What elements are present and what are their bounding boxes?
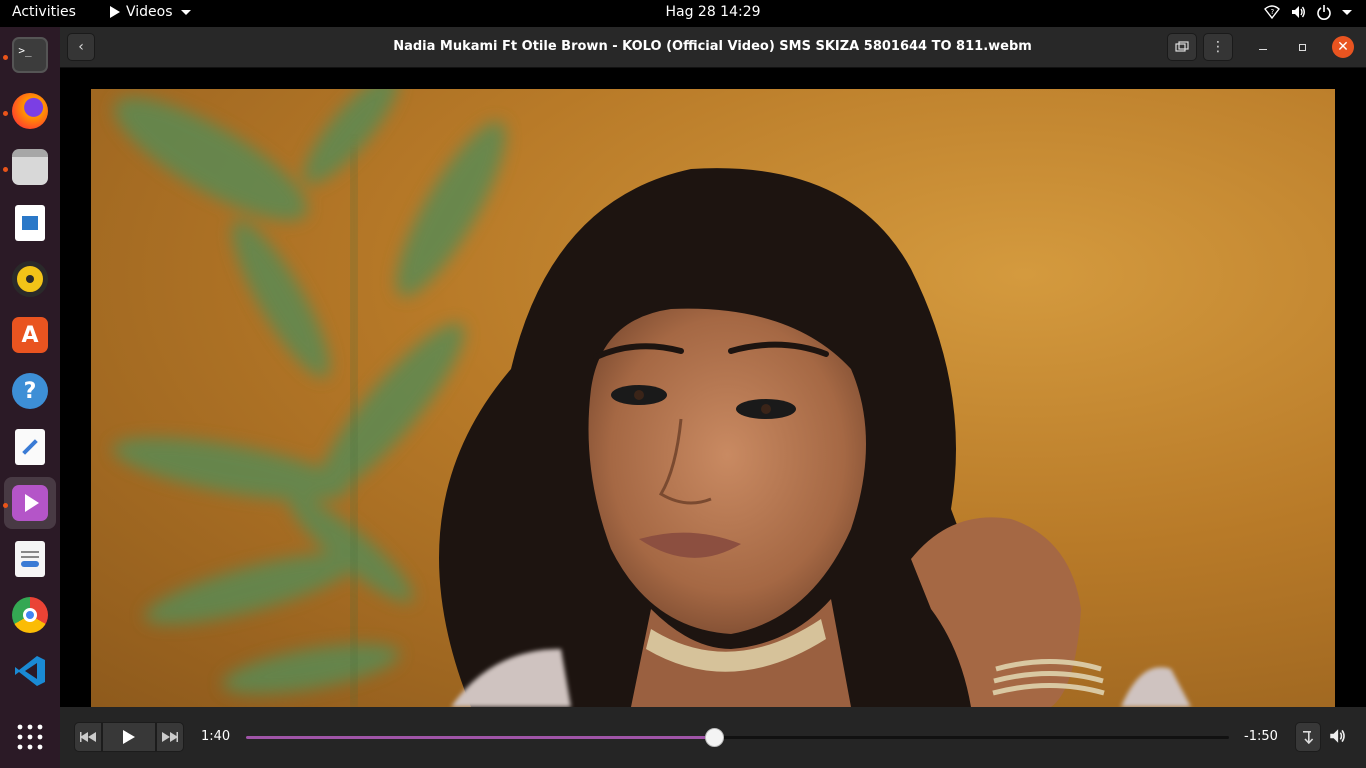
maximize-button[interactable] [1291,36,1313,58]
system-tray[interactable]: ? [1264,4,1352,20]
dock-item-help[interactable]: ? [4,365,56,417]
playback-options-button[interactable] [1295,722,1321,752]
back-button[interactable]: ‹ [67,33,95,61]
volume-button[interactable] [1328,727,1346,749]
seek-bar[interactable] [246,728,1229,747]
volume-icon [1292,6,1305,18]
maximize-icon [1298,43,1306,51]
software-store-icon: A [12,317,48,353]
video-area[interactable] [60,68,1366,707]
more-vertical-icon: ⋮ [1211,39,1225,55]
chrome-icon [12,597,48,633]
previous-button[interactable] [74,722,102,752]
restore-icon [1175,41,1189,52]
skip-forward-icon [162,732,178,742]
dock-item-document-viewer[interactable] [4,533,56,585]
video-frame-image [112,89,1191,707]
skip-backward-icon [80,732,96,742]
rhythmbox-icon [12,261,48,297]
chevron-left-icon: ‹ [78,39,84,55]
show-applications-button[interactable] [4,711,56,763]
play-icon [123,730,135,744]
close-button[interactable]: ✕ [1332,36,1354,58]
dock-item-firefox[interactable] [4,85,56,137]
header-bar: ‹ Nadia Mukami Ft Otile Brown - KOLO (Of… [60,27,1366,68]
seek-bar-fill [246,736,715,739]
play-icon [110,6,120,18]
minimize-button[interactable] [1252,36,1274,58]
dock-item-videos[interactable] [4,477,56,529]
terminal-icon: >_ [12,37,48,73]
unfullscreen-button[interactable] [1167,33,1197,61]
dock-item-vscode[interactable] [4,645,56,697]
clock[interactable]: Hag 28 14:29 [0,4,1366,20]
playlist-icon [1303,731,1314,744]
dock-item-chrome[interactable] [4,589,56,641]
dock-item-rhythmbox[interactable] [4,253,56,305]
svg-text:?: ? [1271,8,1275,16]
chevron-down-icon [1342,9,1352,15]
text-editor-icon [15,429,45,465]
play-button[interactable] [102,722,156,752]
app-grid-icon [17,724,43,750]
vscode-icon [12,653,48,689]
videos-icon [12,485,48,521]
seek-bar-handle[interactable] [704,728,724,747]
dock-item-text-editor[interactable] [4,421,56,473]
app-menu[interactable]: Videos [110,4,191,20]
top-bar: Activities Videos Hag 28 14:29 ? [0,0,1366,27]
dock-item-writer[interactable] [4,197,56,249]
firefox-icon [12,93,48,129]
dock-item-software[interactable]: A [4,309,56,361]
files-icon [12,149,48,185]
videos-window: ‹ Nadia Mukami Ft Otile Brown - KOLO (Of… [60,27,1366,768]
power-icon [1317,5,1331,20]
network-icon: ? [1264,5,1280,20]
minimize-icon [1259,48,1267,50]
menu-button[interactable]: ⋮ [1203,33,1233,61]
dock-item-terminal[interactable]: >_ [4,29,56,81]
close-icon: ✕ [1337,39,1349,55]
writer-icon [15,205,45,241]
remaining-time: -1:50 [1244,729,1278,744]
dock: >_ A ? [0,27,60,768]
elapsed-time: 1:40 [201,729,231,744]
video-frame[interactable] [91,89,1335,707]
activities-button[interactable]: Activities [12,4,76,20]
document-viewer-icon [15,541,45,577]
volume-icon [1330,729,1345,743]
chevron-down-icon [180,9,191,15]
dock-item-files[interactable] [4,141,56,193]
next-button[interactable] [156,722,184,752]
app-menu-label: Videos [126,4,173,20]
help-icon: ? [12,373,48,409]
playback-controls: 1:40 -1:50 [60,707,1366,768]
window-title: Nadia Mukami Ft Otile Brown - KOLO (Offi… [393,39,1032,54]
